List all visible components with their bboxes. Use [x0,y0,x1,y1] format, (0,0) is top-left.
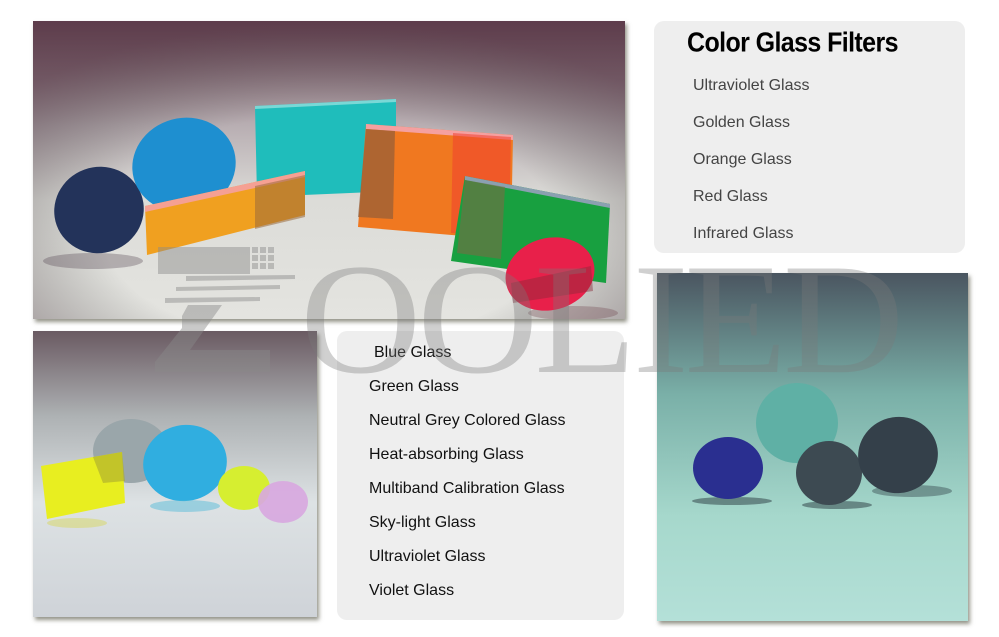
grey-disc [796,441,862,505]
top-filter-list-panel: Color Glass Filters Ultraviolet Glass Go… [654,21,965,253]
shadow [43,253,143,269]
list-item-red-glass[interactable]: Red Glass [693,187,809,224]
photo-blue-grey-filters [657,273,968,621]
list-item-ultraviolet-glass[interactable]: Ultraviolet Glass [369,547,566,581]
photo-color-glass-assortment [33,21,625,319]
list-item-golden-glass[interactable]: Golden Glass [693,113,809,150]
blue-disc [693,437,763,499]
photo-illustration [33,331,317,617]
list-item-sky-light-glass[interactable]: Sky-light Glass [369,513,566,547]
filter-list-top: Ultraviolet Glass Golden Glass Orange Gl… [693,76,809,261]
list-item-ultraviolet-glass[interactable]: Ultraviolet Glass [693,76,809,113]
list-item-green-glass[interactable]: Green Glass [369,377,566,411]
page-title: Color Glass Filters [687,27,898,59]
filter-list-bottom: Blue Glass Green Glass Neutral Grey Colo… [369,343,566,615]
violet-disc [258,481,308,523]
bottom-filter-list-panel: Blue Glass Green Glass Neutral Grey Colo… [337,331,624,620]
list-item-heat-absorbing-glass[interactable]: Heat-absorbing Glass [369,445,566,479]
photo-illustration [33,21,625,319]
list-item-blue-glass[interactable]: Blue Glass [369,343,566,377]
list-item-neutral-grey-glass[interactable]: Neutral Grey Colored Glass [369,411,566,445]
photo-illustration [657,273,968,621]
list-item-orange-glass[interactable]: Orange Glass [693,150,809,187]
photo-yellow-blue-violet-filters [33,331,317,617]
list-item-violet-glass[interactable]: Violet Glass [369,581,566,615]
list-item-multiband-calibration-glass[interactable]: Multiband Calibration Glass [369,479,566,513]
list-item-infrared-glass[interactable]: Infrared Glass [693,224,809,261]
